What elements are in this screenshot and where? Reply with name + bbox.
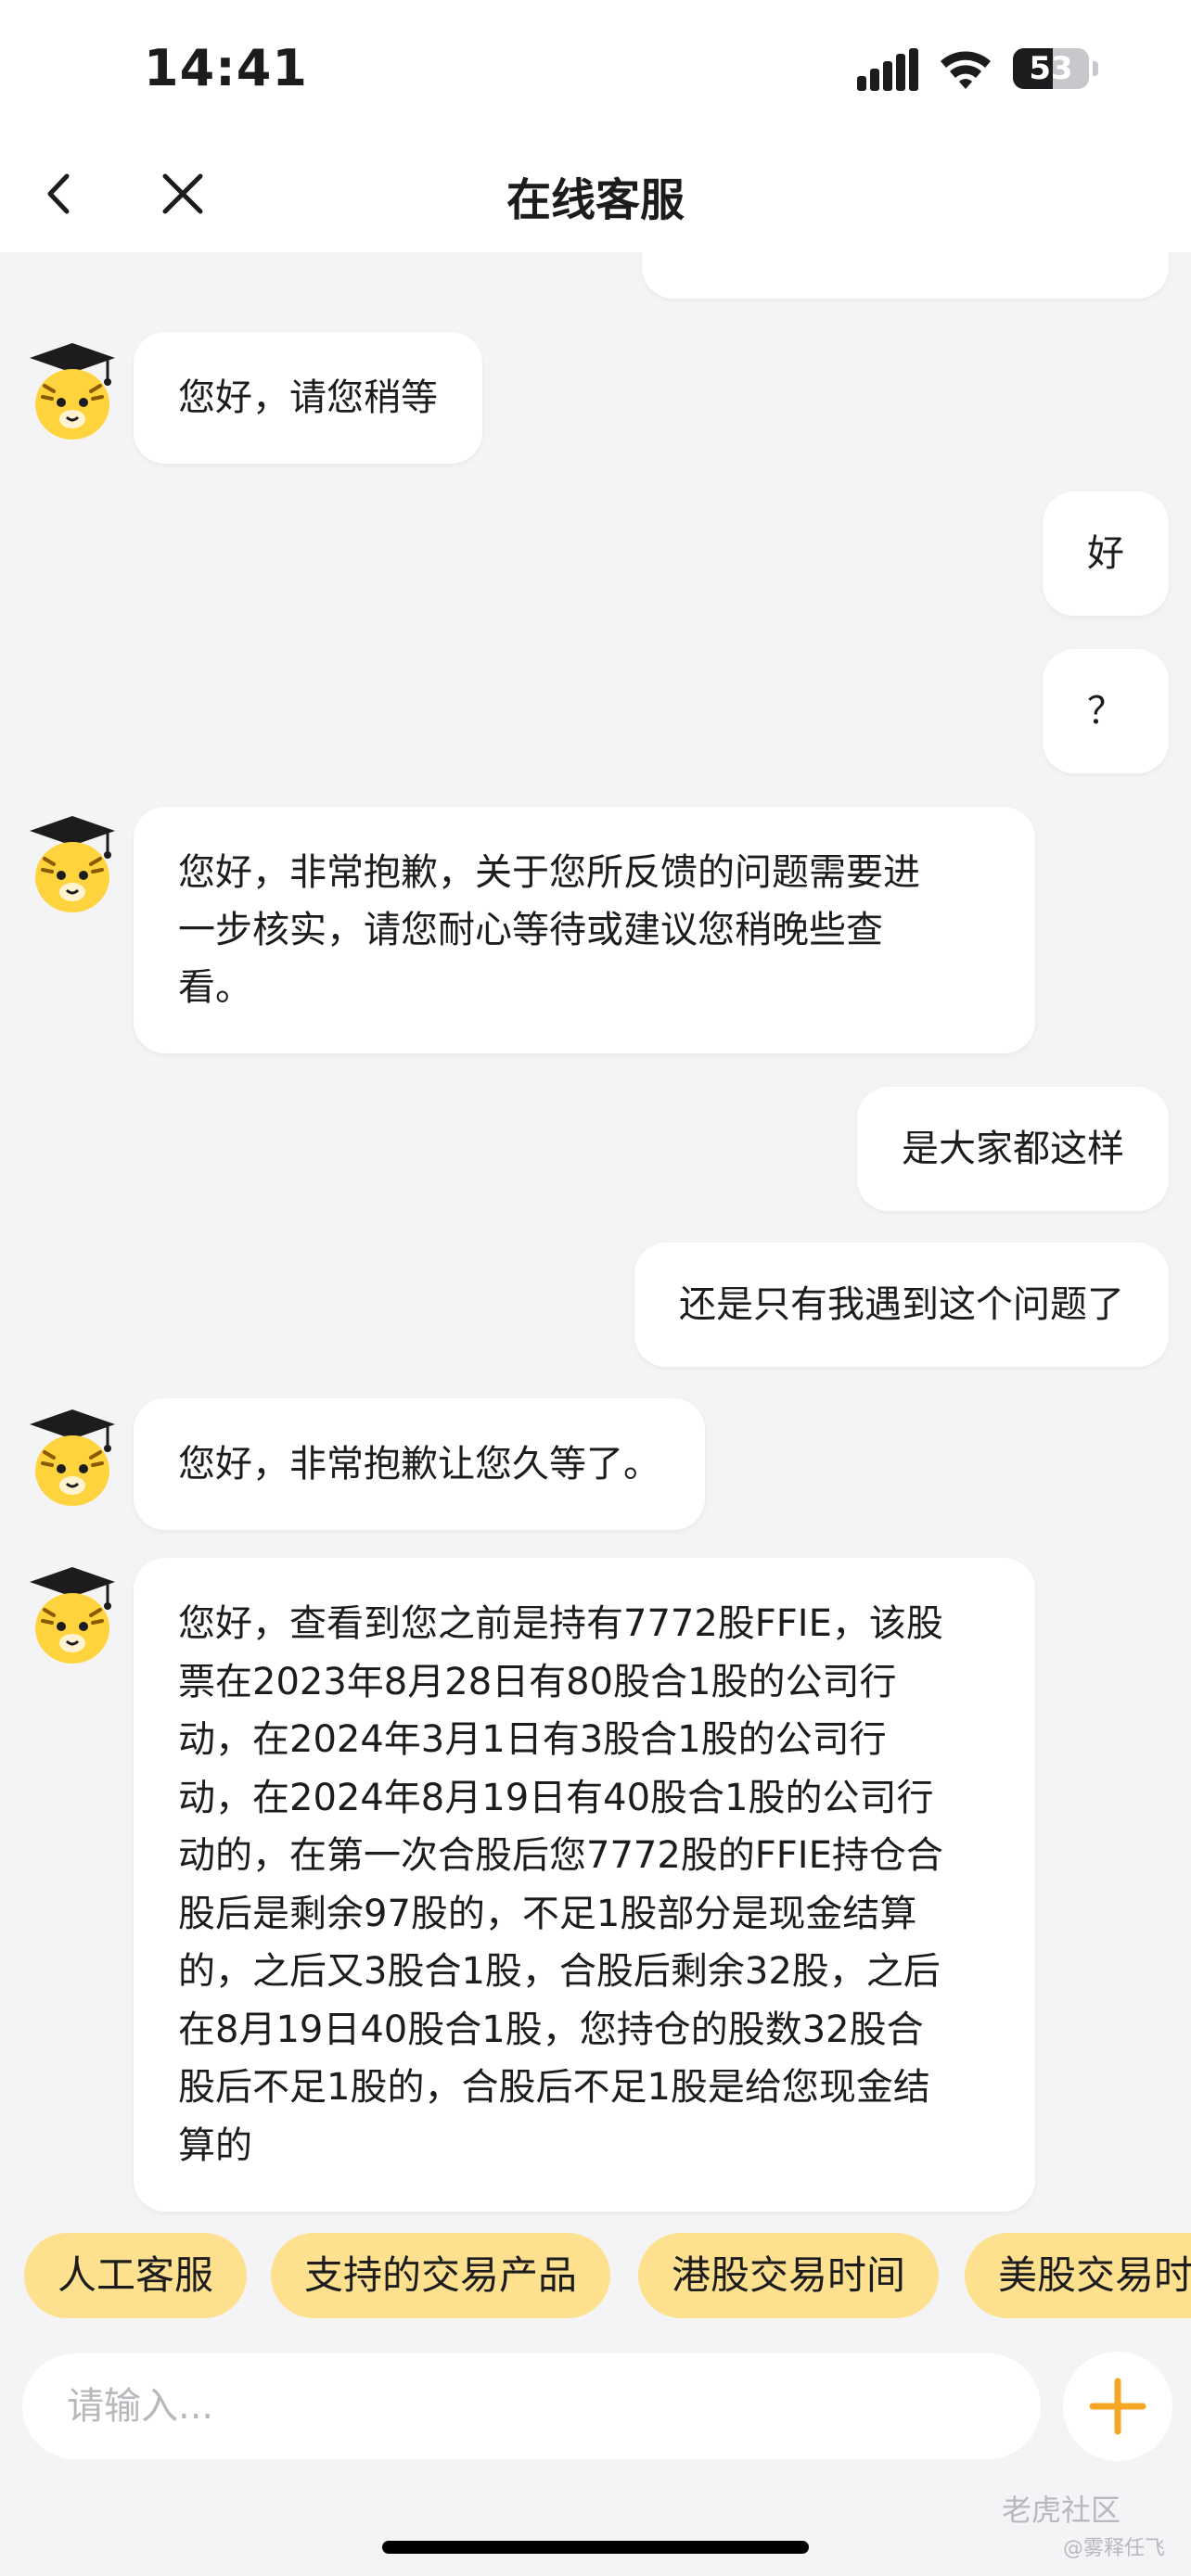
message-text: 是大家都这样 [902,1128,1124,1170]
quick-reply-bar[interactable]: 人工客服 支持的交易产品 港股交易时间 美股交易时间 [0,2227,1191,2329]
message-line: 您好，非常抱歉，关于您所反馈的问题需要进 [178,851,920,894]
navigation-bar: 在线客服 [0,139,1191,252]
wifi-icon [941,51,991,89]
message-line: 股后是剩余97股的，不足1股部分是现金结算 [178,1892,917,1935]
battery-percent: 53 [1029,50,1073,87]
quick-reply-chip[interactable]: 港股交易时间 [638,2233,940,2318]
battery-indicator: 53 [1013,48,1098,89]
composer-bar: 请输入... [0,2329,1191,2478]
message-line: 看。 [178,966,252,1009]
message-text: 好 [1087,532,1124,575]
message-bubble-agent: 您好，非常抱歉，关于您所反馈的问题需要进 一步核实，请您耐心等待或建议您稍晚些查… [134,807,1035,1053]
message-line: 票在2023年8月28日有80股合1股的公司行 [178,1660,897,1703]
chat-message-list[interactable]: 您好，请您稍等 好 ？ 您好，非常抱歉，关于您所反馈的问题需要进 一步核实，请您… [0,252,1191,2227]
cellular-signal-icon [857,48,918,91]
page-title: 在线客服 [506,174,685,226]
watermark-brand: 老虎社区 [1002,2493,1121,2528]
message-bubble-user: ？ [1043,649,1169,773]
message-line: 一步核实，请您耐心等待或建议您稍晚些查 [178,909,883,951]
message-line: 动，在2024年3月1日有3股合1股的公司行 [178,1718,887,1761]
add-button[interactable] [1063,2352,1172,2461]
message-line: 您好，查看到您之前是持有7772股FFIE，该股 [178,1602,943,1645]
message-bubble-user: 还是只有我遇到这个问题了 [634,1243,1169,1367]
message-bubble-user-partial [642,252,1169,299]
message-text: 您好，请您稍等 [178,376,438,419]
agent-avatar-tiger-icon [30,1567,115,1664]
message-line: 动的，在第一次合股后您7772股的FFIE持仓合 [178,1834,943,1877]
home-indicator [382,2541,809,2554]
quick-reply-chip[interactable]: 人工客服 [24,2233,248,2318]
quick-reply-chip[interactable]: 美股交易时间 [965,2233,1191,2318]
message-bubble-user: 是大家都这样 [857,1087,1169,1211]
watermark-user: @雾释任飞 [1063,2537,1166,2560]
quick-reply-chip[interactable]: 支持的交易产品 [271,2233,611,2318]
status-bar: 14:41 53 [0,0,1191,139]
message-text: ？ [1087,690,1124,733]
message-bubble-agent: 您好，查看到您之前是持有7772股FFIE，该股 票在2023年8月28日有80… [134,1558,1035,2212]
message-bubble-user: 好 [1043,491,1169,616]
plus-icon [1089,2378,1146,2435]
agent-avatar-tiger-icon [30,343,115,440]
status-time: 14:41 [144,39,308,97]
agent-avatar-tiger-icon [30,816,115,912]
message-line: 算的 [178,2123,252,2167]
message-text: 还是只有我遇到这个问题了 [679,1283,1124,1326]
message-input[interactable]: 请输入... [22,2353,1041,2459]
message-bubble-agent: 您好，请您稍等 [134,332,482,464]
message-text: 您好，非常抱歉让您久等了。 [178,1443,660,1486]
message-bubble-agent: 您好，非常抱歉让您久等了。 [134,1398,705,1530]
message-line: 在8月19日40股合1股，您持仓的股数32股合 [178,2008,924,2051]
message-line: 动，在2024年8月19日有40股合1股的公司行 [178,1776,934,1819]
agent-avatar-tiger-icon [30,1409,115,1506]
message-line: 股后不足1股的，合股后不足1股是给您现金结 [178,2066,930,2109]
message-line: 的，之后又3股合1股，合股后剩余32股，之后 [178,1950,941,1993]
